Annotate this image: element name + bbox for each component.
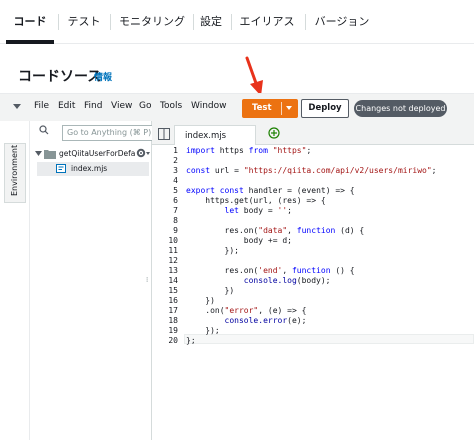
line-number: 20 xyxy=(168,336,178,345)
page-title: コードソース xyxy=(18,69,102,85)
code-line: import https from "https"; xyxy=(186,146,312,155)
gear-icon[interactable] xyxy=(136,148,150,158)
tab-divider xyxy=(231,14,232,30)
line-number: 1 xyxy=(173,146,178,155)
line-number: 7 xyxy=(173,206,178,215)
code-line: res.on('end', function () { xyxy=(186,266,355,275)
tab-divider xyxy=(193,14,194,30)
tab-aliases[interactable]: エイリアス xyxy=(235,0,299,44)
line-number: 8 xyxy=(173,216,178,225)
menu-file[interactable]: File xyxy=(34,101,49,111)
menu-tools[interactable]: Tools xyxy=(160,101,182,111)
tab-versions[interactable]: バージョン xyxy=(309,0,375,44)
test-button-divider xyxy=(281,102,282,115)
annotation-arrow-icon xyxy=(245,56,263,96)
collapse-toolbar-icon[interactable] xyxy=(13,104,21,109)
file-icon xyxy=(56,164,66,173)
line-number-gutter: 1 2 3 4 5 6 7 8 9 10 11 12 13 14 15 16 17 18 19 20 xyxy=(152,145,182,440)
code-line: body += d; xyxy=(186,236,292,245)
line-number: 16 xyxy=(168,296,178,305)
menu-find[interactable]: Find xyxy=(84,101,102,111)
code-line: console.log(body); xyxy=(243,276,331,285)
editor-tab-strip: index.mjs xyxy=(152,121,474,146)
code-line: export const handler = (event) => { xyxy=(186,186,355,195)
ide-toolbar: File Edit Find View Go Tools Window Test… xyxy=(0,93,474,121)
line-number: 13 xyxy=(168,266,178,275)
tab-monitoring[interactable]: モニタリング xyxy=(114,0,190,44)
line-number: 10 xyxy=(168,236,178,245)
code-line: https.get(url, (res) => { xyxy=(186,196,326,205)
tab-divider xyxy=(305,14,306,30)
folder-name: getQiitaUserForDefa xyxy=(59,149,136,158)
code-line: const url = "https://qiita.com/api/v2/us… xyxy=(186,166,437,175)
line-number: 2 xyxy=(173,156,178,165)
code-line: let body = ''; xyxy=(224,206,292,215)
line-number: 9 xyxy=(173,226,178,235)
code-line: console.error(e); xyxy=(224,316,307,325)
info-link[interactable]: 情報 xyxy=(94,70,112,83)
tree-file-selected[interactable]: index.mjs xyxy=(37,162,149,176)
caret-down-icon[interactable] xyxy=(35,150,43,158)
code-editor[interactable]: 1 2 3 4 5 6 7 8 9 10 11 12 13 14 15 16 17 18 19 20 import h… xyxy=(146,145,474,440)
file-name: index.mjs xyxy=(71,164,108,173)
code-line: }); xyxy=(186,326,220,335)
line-number: 3 xyxy=(173,166,178,175)
line-number: 17 xyxy=(168,306,178,315)
search-icon xyxy=(39,125,49,135)
environment-label: Environment xyxy=(10,144,19,196)
line-number: 18 xyxy=(168,316,178,325)
code-line: .on("error", (e) => { xyxy=(186,306,307,315)
tree-folder[interactable]: getQiitaUserForDefa xyxy=(35,147,152,161)
line-number: 11 xyxy=(168,246,178,255)
code-line: }) xyxy=(186,286,235,295)
current-line-highlight xyxy=(184,334,474,344)
code-line: }) xyxy=(186,296,215,305)
status-badge: Changes not deployed xyxy=(354,100,447,117)
editor-tab-label: index.mjs xyxy=(185,131,227,141)
deploy-button[interactable]: Deploy xyxy=(301,99,349,118)
tab-divider xyxy=(110,14,111,30)
code-line: }; xyxy=(186,336,196,345)
test-button-label: Test xyxy=(252,103,272,113)
line-number: 19 xyxy=(168,326,178,335)
menu-go[interactable]: Go xyxy=(139,101,151,111)
active-tab-indicator xyxy=(6,40,54,44)
tab-test[interactable]: テスト xyxy=(62,0,106,44)
folder-icon xyxy=(44,150,56,159)
line-number: 12 xyxy=(168,256,178,265)
test-button[interactable]: Test xyxy=(242,99,298,118)
file-explorer: Go to Anything (⌘ P) getQiitaUserForDefa… xyxy=(31,121,176,440)
menu-view[interactable]: View xyxy=(111,101,132,111)
code-line: }); xyxy=(186,246,239,255)
split-pane-icon[interactable] xyxy=(158,128,170,140)
line-number: 6 xyxy=(173,196,178,205)
code-line: res.on("data", function (d) { xyxy=(186,226,365,235)
tab-code[interactable]: コード xyxy=(6,0,54,44)
line-number: 4 xyxy=(173,176,178,185)
line-number: 5 xyxy=(173,186,178,195)
fold-marker-icon[interactable]: ⁞ xyxy=(146,276,148,284)
tab-divider xyxy=(58,14,59,30)
line-number: 15 xyxy=(168,286,178,295)
tab-settings[interactable]: 設定 xyxy=(197,0,225,44)
menu-edit[interactable]: Edit xyxy=(58,101,75,111)
service-tabs: コード テスト モニタリング 設定 エイリアス バージョン xyxy=(0,0,474,44)
line-number: 14 xyxy=(168,276,178,285)
add-tab-icon[interactable] xyxy=(268,127,280,139)
tab-index-mjs[interactable]: index.mjs xyxy=(174,125,256,146)
chevron-down-icon[interactable] xyxy=(286,106,292,110)
menu-window[interactable]: Window xyxy=(191,101,227,111)
